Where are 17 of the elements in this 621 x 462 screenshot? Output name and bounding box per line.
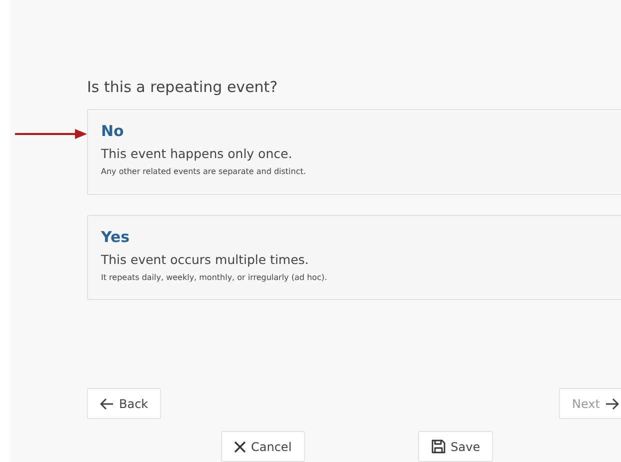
question-heading: Is this a repeating event? [87, 78, 279, 96]
arrow-right-icon [605, 398, 619, 410]
option-description: This event happens only once. [101, 146, 294, 161]
close-icon [234, 440, 246, 452]
cancel-button[interactable]: Cancel [221, 431, 305, 462]
option-title: Yes [101, 228, 131, 246]
arrow-annotation [15, 128, 87, 140]
option-title: No [101, 122, 125, 140]
save-button[interactable]: Save [418, 431, 494, 462]
option-card[interactable]: No This event happens only once. Any other related events are separate and distinct. [87, 109, 621, 194]
back-button[interactable]: Back [87, 388, 162, 419]
option-note: It repeats daily, weekly, monthly, or irregularly (ad hoc). [101, 272, 328, 282]
option-description: This event occurs multiple times. [101, 252, 310, 266]
option-card[interactable]: Yes This event occurs multiple times. It repeats daily, weekly, monthly, or irregularly (ad hoc). [87, 214, 621, 300]
option-note: Any other related events are separate and distinct. [101, 167, 307, 176]
arrow-left-icon [100, 398, 114, 410]
save-icon [430, 439, 446, 454]
